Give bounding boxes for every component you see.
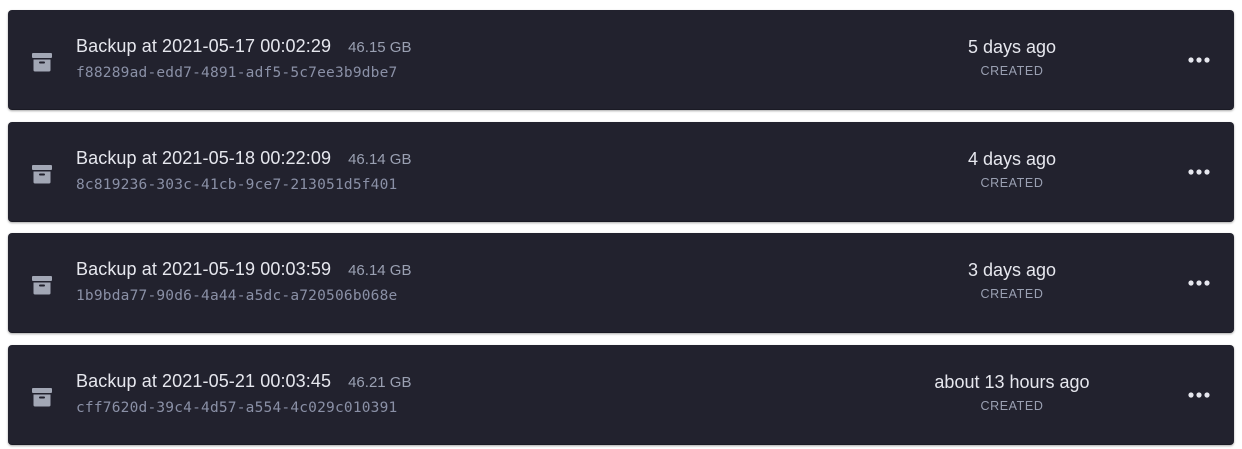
more-options-button[interactable] [1176, 45, 1222, 75]
ellipsis-icon [1188, 280, 1210, 286]
archive-icon [31, 274, 53, 296]
created-info: 4 days ago CREATED [912, 149, 1112, 190]
archive-icon [31, 386, 53, 408]
backup-name: Backup at 2021-05-21 00:03:45 [76, 371, 332, 391]
archive-icon [31, 163, 53, 185]
backup-uuid: f88289ad-edd7-4891-adf5-5c7ee3b9dbe7 [76, 65, 398, 81]
created-time: 5 days ago [967, 37, 1057, 57]
backup-info: Backup at 2021-05-17 00:02:29 46.15 GB f… [76, 36, 411, 81]
created-info: about 13 hours ago CREATED [912, 372, 1112, 413]
created-time: 4 days ago [967, 149, 1057, 169]
created-label: CREATED [980, 287, 1044, 301]
backup-row[interactable]: Backup at 2021-05-19 00:03:59 46.14 GB 1… [8, 233, 1234, 333]
backup-row[interactable]: Backup at 2021-05-18 00:22:09 46.14 GB 8… [8, 122, 1234, 222]
created-info: 3 days ago CREATED [912, 260, 1112, 301]
ellipsis-icon [1188, 57, 1210, 63]
more-options-button[interactable] [1176, 157, 1222, 187]
created-label: CREATED [980, 176, 1044, 190]
backup-uuid: cff7620d-39c4-4d57-a554-4c029c010391 [76, 400, 398, 416]
backup-info: Backup at 2021-05-19 00:03:59 46.14 GB 1… [76, 259, 411, 304]
backup-info: Backup at 2021-05-18 00:22:09 46.14 GB 8… [76, 148, 411, 193]
backup-uuid: 1b9bda77-90d6-4a44-a5dc-a720506b068e [76, 288, 398, 304]
created-info: 5 days ago CREATED [912, 37, 1112, 78]
backup-size: 46.21 GB [348, 374, 412, 391]
created-label: CREATED [980, 399, 1044, 413]
backup-size: 46.14 GB [348, 262, 412, 279]
backup-name: Backup at 2021-05-17 00:02:29 [76, 36, 332, 56]
created-label: CREATED [980, 64, 1044, 78]
archive-icon [31, 51, 53, 73]
backup-size: 46.14 GB [348, 151, 412, 168]
backup-size: 46.15 GB [348, 39, 412, 56]
created-time: 3 days ago [967, 260, 1057, 280]
backup-name: Backup at 2021-05-19 00:03:59 [76, 259, 332, 279]
backup-row[interactable]: Backup at 2021-05-21 00:03:45 46.21 GB c… [8, 345, 1234, 445]
backup-uuid: 8c819236-303c-41cb-9ce7-213051d5f401 [76, 177, 398, 193]
ellipsis-icon [1188, 169, 1210, 175]
more-options-button[interactable] [1176, 268, 1222, 298]
ellipsis-icon [1188, 392, 1210, 398]
backup-name: Backup at 2021-05-18 00:22:09 [76, 148, 332, 168]
backup-info: Backup at 2021-05-21 00:03:45 46.21 GB c… [76, 371, 411, 416]
more-options-button[interactable] [1176, 380, 1222, 410]
created-time: about 13 hours ago [934, 372, 1090, 392]
backup-list: Backup at 2021-05-17 00:02:29 46.15 GB f… [0, 0, 1242, 449]
backup-row[interactable]: Backup at 2021-05-17 00:02:29 46.15 GB f… [8, 10, 1234, 110]
